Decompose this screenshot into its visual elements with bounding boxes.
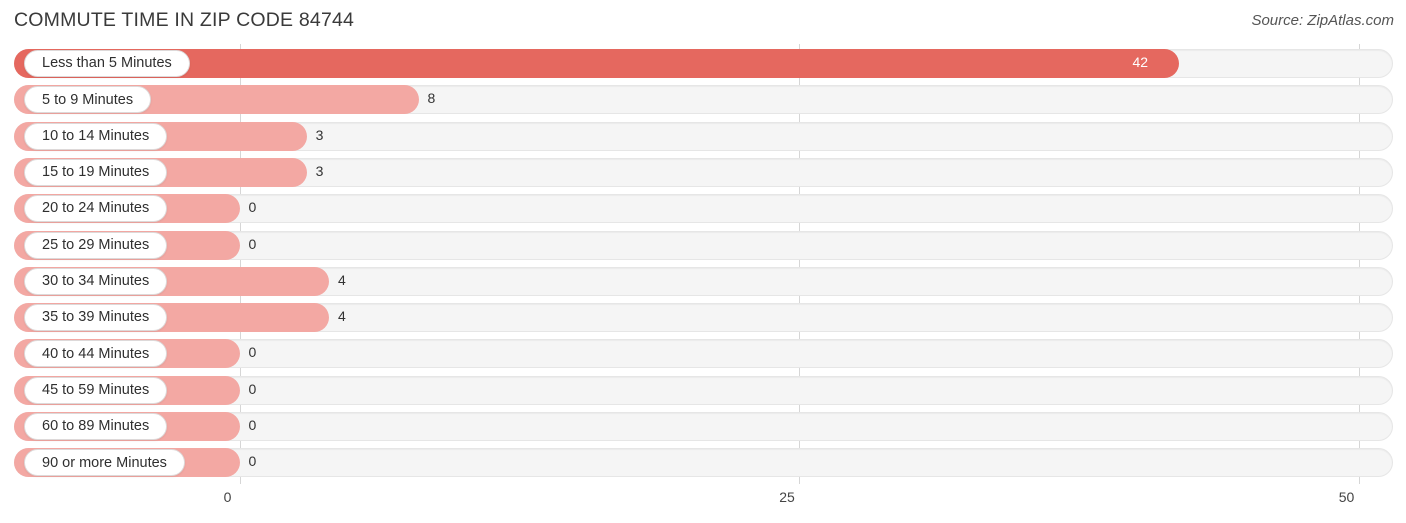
bar-label-pill: Less than 5 Minutes (24, 50, 190, 77)
bar-row: 20 to 24 Minutes 0 (0, 190, 1406, 226)
bar-label-pill: 60 to 89 Minutes (24, 413, 168, 440)
bar-value-label: 8 (427, 90, 436, 107)
bar-row: 60 to 89 Minutes 0 (0, 408, 1406, 444)
bar-category-label: 5 to 9 Minutes (42, 91, 134, 108)
source-attribution: Source: ZipAtlas.com (1251, 12, 1394, 29)
bar-category-label: 60 to 89 Minutes (42, 418, 150, 435)
bar-row: 10 to 14 Minutes 3 (0, 118, 1406, 154)
bar-label-pill: 25 to 29 Minutes (24, 231, 168, 259)
bar-label-pill: 30 to 34 Minutes (24, 267, 168, 295)
bar-category-label: 45 to 59 Minutes (42, 381, 150, 398)
bar-value-label: 3 (315, 126, 324, 143)
x-tick-label: 25 (779, 489, 795, 505)
bar-category-label: 40 to 44 Minutes (42, 345, 150, 362)
x-tick-label: 50 (1338, 489, 1355, 505)
bar-category-label: Less than 5 Minutes (42, 55, 172, 72)
bar-label-pill: 40 to 44 Minutes (24, 340, 168, 368)
bar-category-label: 20 to 24 Minutes (42, 200, 150, 217)
bar-value-label: 4 (338, 271, 346, 288)
bar-row: 25 to 29 Minutes 0 (0, 227, 1406, 263)
bar-label-pill: 10 to 14 Minutes (24, 122, 168, 150)
bar-row: Less than 5 Minutes 42 (0, 45, 1406, 81)
bar-category-label: 35 to 39 Minutes (42, 309, 150, 326)
bar-category-label: 10 to 14 Minutes (42, 127, 150, 144)
bar-value-label: 0 (248, 344, 257, 361)
bar-category-label: 15 to 19 Minutes (42, 164, 150, 181)
bar-label-pill: 20 to 24 Minutes (24, 195, 168, 223)
bar-category-label: 90 or more Minutes (42, 454, 167, 471)
bar-value-label: 0 (248, 235, 257, 252)
bar-category-label: 30 to 34 Minutes (42, 273, 150, 290)
bar-row: 5 to 9 Minutes 8 (0, 81, 1406, 117)
chart-header: COMMUTE TIME IN ZIP CODE 84744 Source: Z… (0, 0, 1406, 44)
bar-value-label: 0 (248, 453, 257, 470)
bar-value-label: 3 (315, 162, 324, 179)
bar-row: 15 to 19 Minutes 3 (0, 154, 1406, 190)
chart-plot-area: Less than 5 Minutes 42 5 to 9 Minutes 8 10 t… (0, 44, 1406, 484)
x-axis: 0 25 50 (0, 484, 1406, 523)
bar-row: 45 to 59 Minutes 0 (0, 372, 1406, 408)
bar-label-pill: 15 to 19 Minutes (24, 158, 168, 186)
bar-label-pill: 45 to 59 Minutes (24, 376, 168, 404)
bar-row: 40 to 44 Minutes 0 (0, 335, 1406, 371)
bar-value-label: 0 (248, 380, 257, 397)
x-tick-label: 0 (223, 489, 232, 505)
bar-label-pill: 35 to 39 Minutes (24, 304, 168, 332)
bar-value-label: 0 (248, 417, 257, 433)
page-title: COMMUTE TIME IN ZIP CODE 84744 (14, 9, 355, 31)
bar-row: 30 to 34 Minutes 4 (0, 263, 1406, 299)
bar-label-pill: 90 or more Minutes (24, 449, 185, 477)
bar-label-pill: 5 to 9 Minutes (24, 86, 152, 114)
bar-category-label: 25 to 29 Minutes (42, 236, 150, 253)
bar-row: 90 or more Minutes 0 (0, 444, 1406, 480)
bar-value-label: 0 (248, 199, 257, 216)
bar-value-label: 4 (338, 308, 346, 325)
bar-value-label: 42 (1132, 54, 1149, 70)
bar-row: 35 to 39 Minutes 4 (0, 299, 1406, 335)
